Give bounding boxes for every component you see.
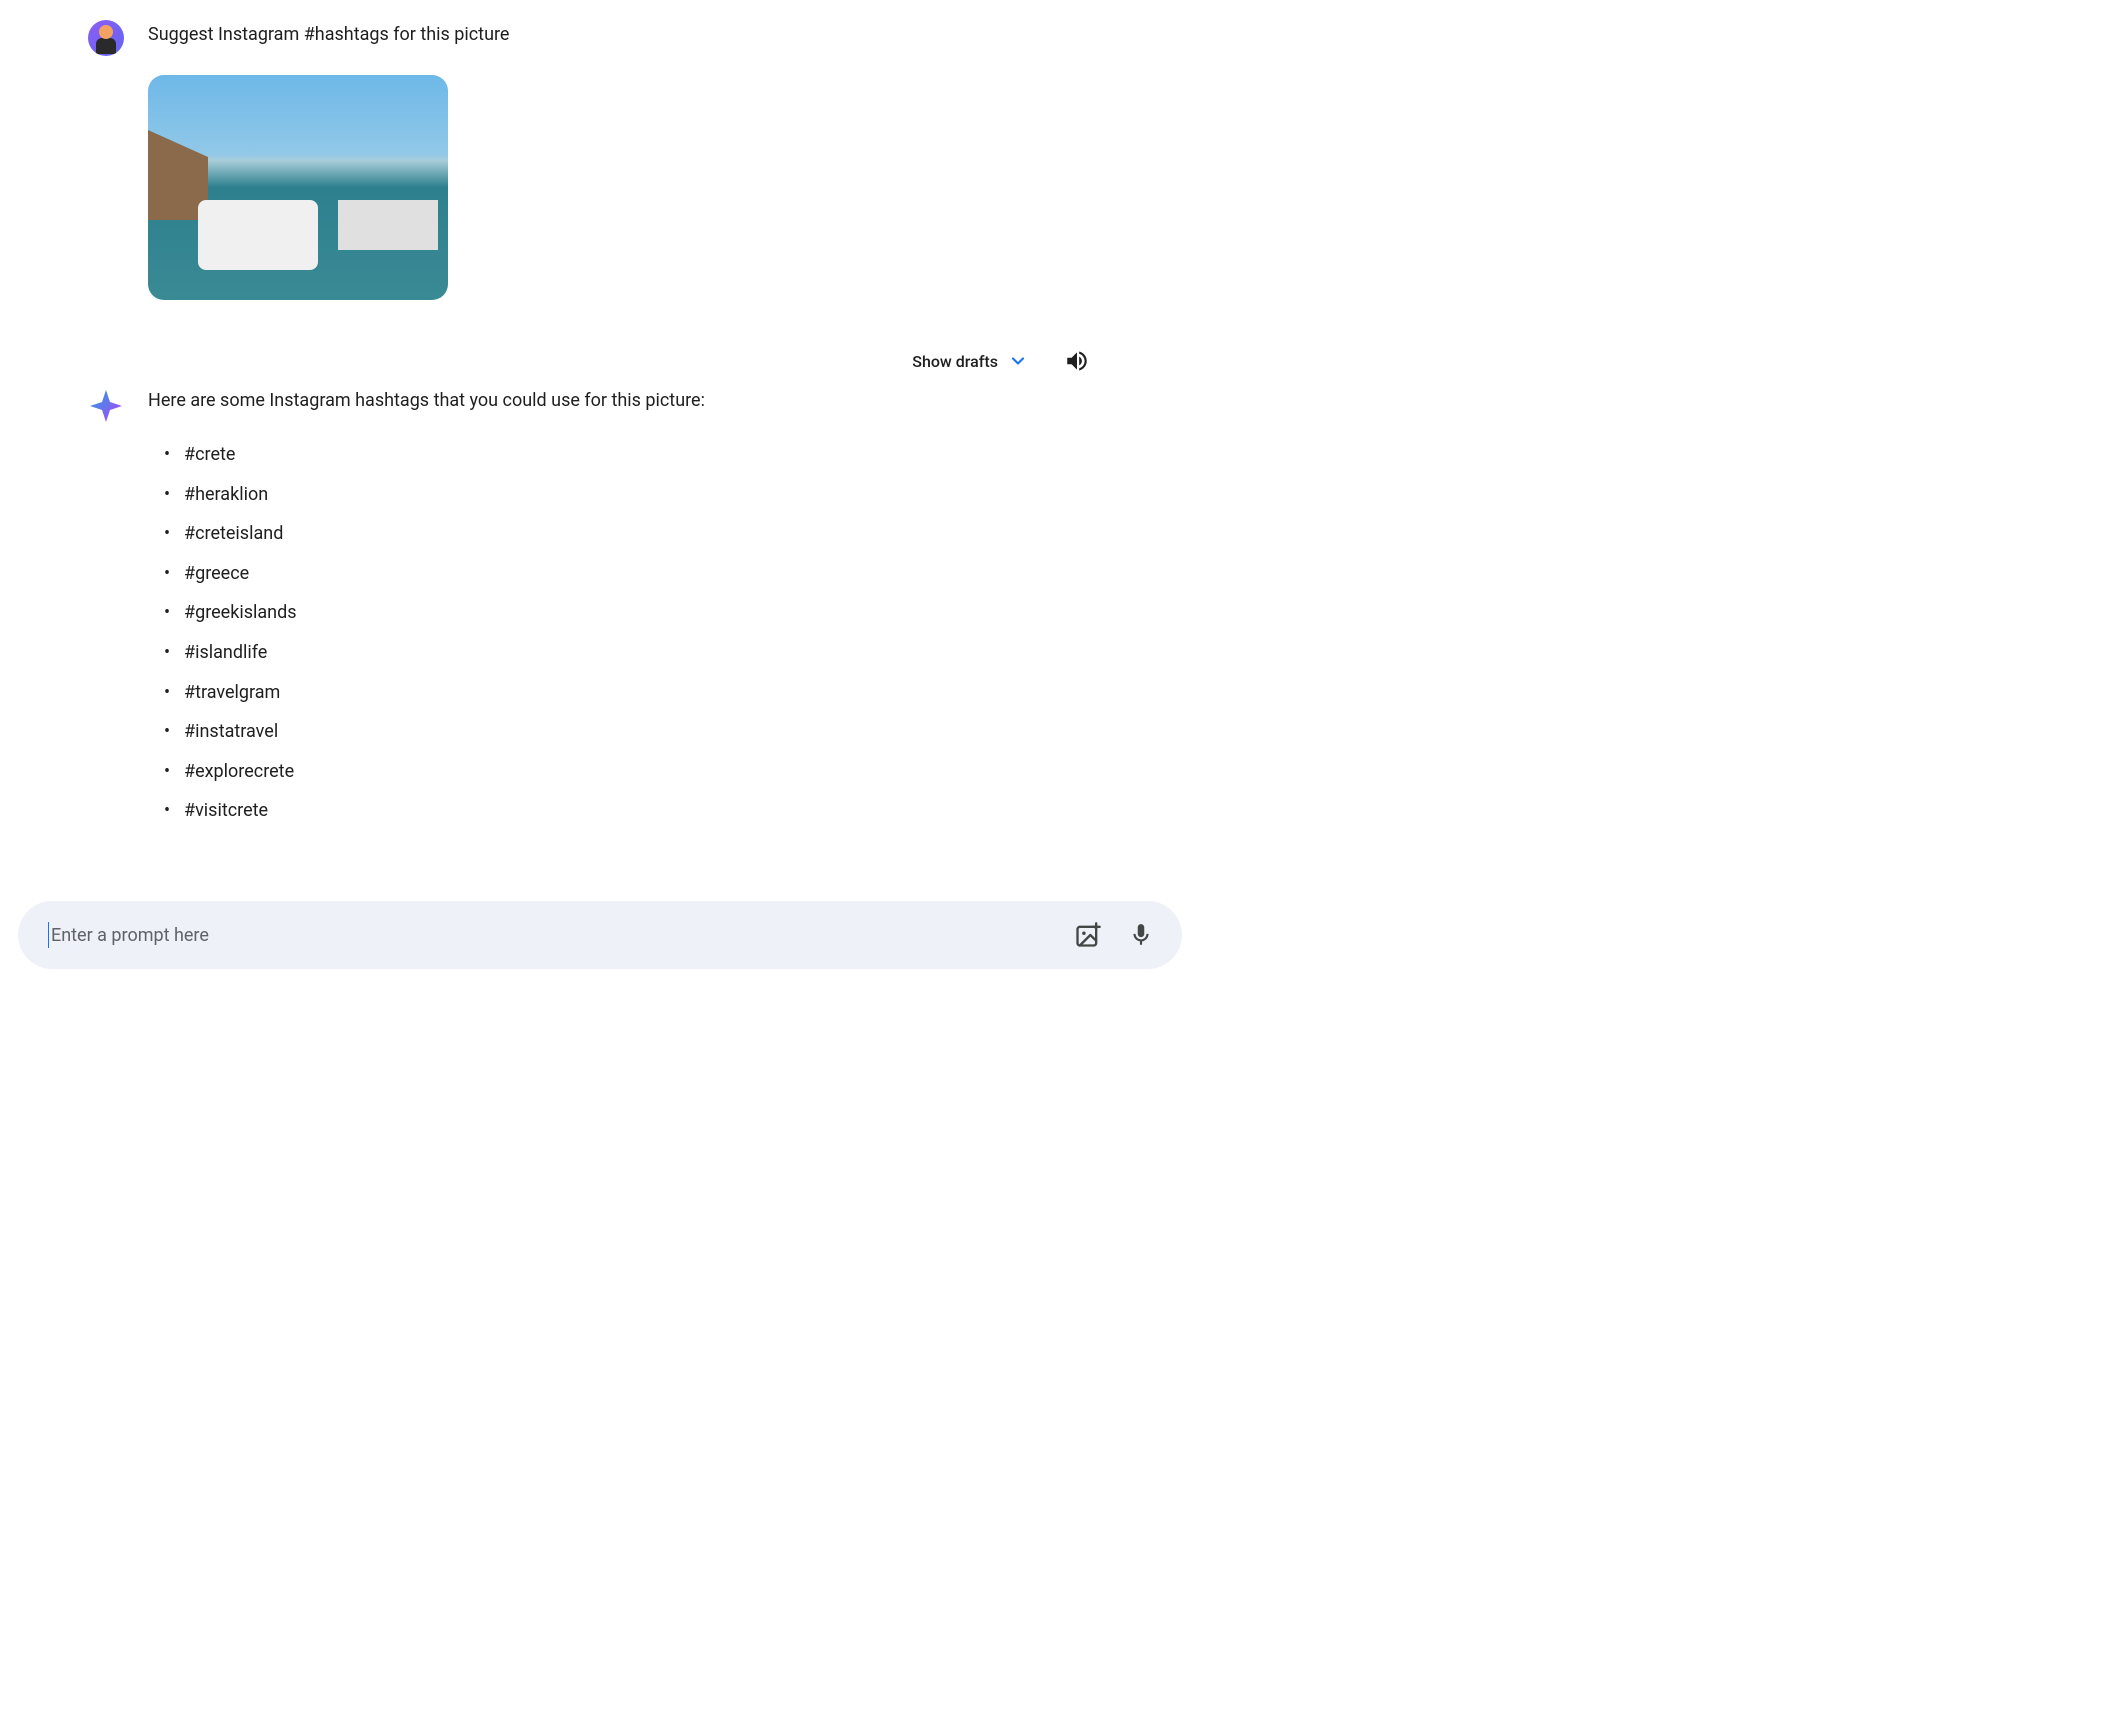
user-message-row: Suggest Instagram #hashtags for this pic… [20,20,1180,328]
ai-message-row: Here are some Instagram hashtags that yo… [20,388,1180,831]
user-message-text: Suggest Instagram #hashtags for this pic… [148,24,1180,45]
ai-response-content: Here are some Instagram hashtags that yo… [148,388,1180,831]
chat-container: Suggest Instagram #hashtags for this pic… [0,0,1200,885]
speaker-icon[interactable] [1064,348,1090,374]
ai-avatar [88,388,124,424]
user-message-content: Suggest Instagram #hashtags for this pic… [148,20,1180,328]
chevron-down-icon [1008,351,1028,371]
attached-image[interactable] [148,75,448,300]
list-item: #heraklion [160,475,1180,515]
show-drafts-button[interactable]: Show drafts [912,351,1028,371]
input-icons [1074,921,1154,949]
ai-response-intro: Here are some Instagram hashtags that yo… [148,390,1180,411]
list-item: #explorecrete [160,752,1180,792]
text-cursor [48,922,49,948]
list-item: #creteisland [160,514,1180,554]
microphone-icon[interactable] [1128,922,1154,948]
upload-image-icon[interactable] [1074,921,1102,949]
show-drafts-label: Show drafts [912,352,998,371]
list-item: #islandlife [160,633,1180,673]
user-avatar[interactable] [88,20,124,56]
response-actions: Show drafts [20,348,1180,374]
prompt-input-bar [18,901,1182,969]
list-item: #greece [160,554,1180,594]
list-item: #visitcrete [160,791,1180,831]
list-item: #greekislands [160,593,1180,633]
list-item: #instatravel [160,712,1180,752]
hashtag-list: #crete #heraklion #creteisland #greece #… [148,435,1180,831]
prompt-input[interactable] [51,925,1074,946]
list-item: #travelgram [160,673,1180,713]
list-item: #crete [160,435,1180,475]
